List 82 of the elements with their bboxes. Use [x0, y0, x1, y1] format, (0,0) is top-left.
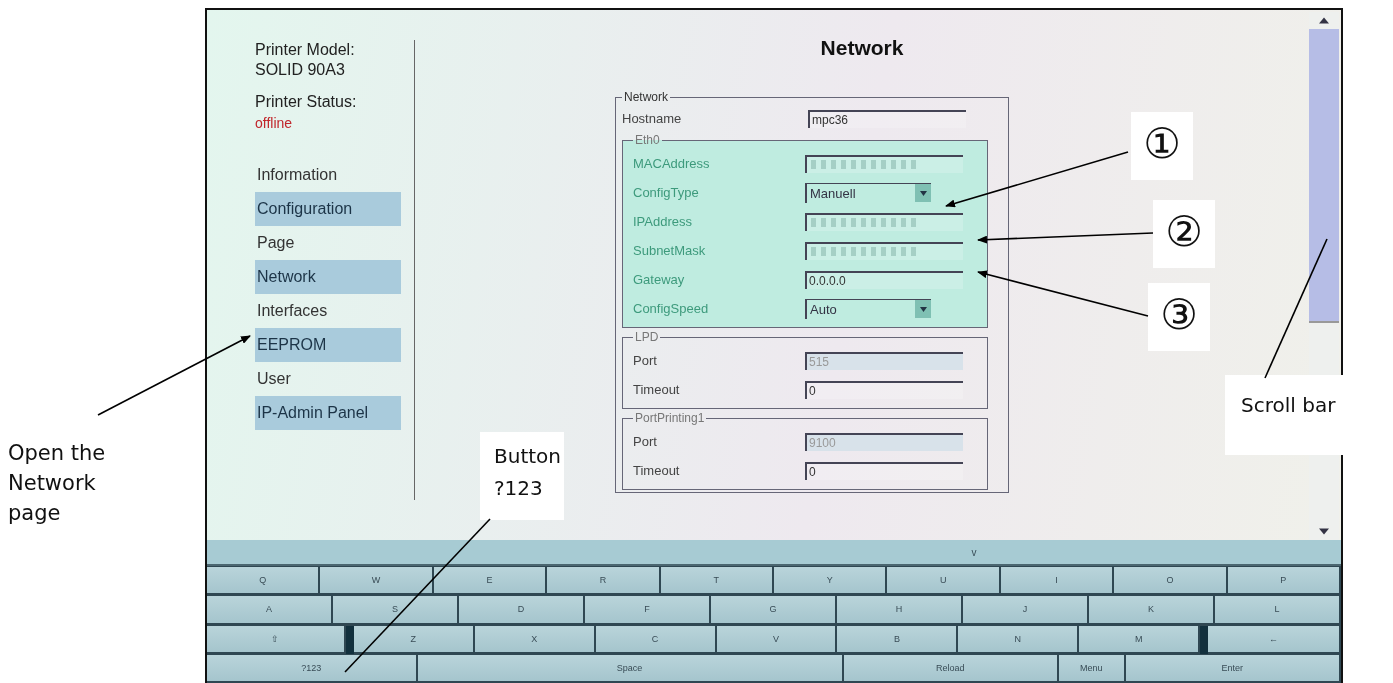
- field-label: SubnetMask: [633, 243, 707, 258]
- reload-key[interactable]: Reload: [843, 654, 1059, 683]
- callout-number: ①: [1131, 112, 1193, 180]
- menu-item[interactable]: Network: [255, 260, 401, 294]
- menu-item[interactable]: EEPROM: [255, 328, 401, 362]
- letter-key[interactable]: A: [207, 596, 333, 625]
- field-label: MACAddress: [633, 156, 711, 171]
- input-field[interactable]: [805, 241, 963, 260]
- scroll-up-icon[interactable]: [1319, 17, 1329, 24]
- fieldset-legend: Network: [622, 90, 670, 104]
- dropdown[interactable]: Auto: [805, 298, 931, 319]
- status-text: offline: [255, 114, 294, 133]
- field-label: ConfigType: [633, 185, 700, 200]
- letter-key[interactable]: H: [837, 596, 963, 625]
- letter-key[interactable]: Y: [774, 567, 888, 596]
- letter-key[interactable]: Z: [353, 625, 475, 654]
- letter-key[interactable]: N: [958, 625, 1080, 654]
- keyboard-toggle-bar[interactable]: v: [207, 540, 1341, 566]
- callout-number: ②: [1153, 200, 1215, 268]
- letter-key[interactable]: P: [1227, 567, 1342, 596]
- menu-item[interactable]: User: [255, 362, 401, 396]
- menu-key[interactable]: Menu: [1059, 654, 1126, 683]
- letter-key[interactable]: I: [1000, 567, 1115, 596]
- model-label: Printer Model:: [255, 40, 356, 60]
- input-field[interactable]: 0.0.0.0: [805, 270, 963, 289]
- letter-key[interactable]: Q: [207, 567, 321, 596]
- scroll-thumb[interactable]: [1309, 29, 1339, 323]
- group-legend: Eth0: [633, 133, 662, 147]
- letter-key[interactable]: J: [963, 596, 1089, 625]
- dropdown[interactable]: Manuell: [805, 182, 931, 203]
- letter-key[interactable]: E: [433, 567, 548, 596]
- letter-key[interactable]: D: [459, 596, 585, 625]
- letter-key[interactable]: S: [333, 596, 459, 625]
- letter-key[interactable]: K: [1089, 596, 1215, 625]
- field-label: IPAddress: [633, 214, 693, 229]
- input-field[interactable]: 0: [805, 461, 963, 480]
- caret-icon: [919, 190, 927, 196]
- letter-key[interactable]: L: [1215, 596, 1341, 625]
- menu-item[interactable]: Configuration: [255, 192, 401, 226]
- letter-key[interactable]: F: [585, 596, 711, 625]
- backspace-key[interactable]: ←: [1208, 625, 1341, 654]
- letter-key[interactable]: T: [660, 567, 775, 596]
- letter-key[interactable]: U: [887, 567, 1001, 596]
- group-legend: PortPrinting1: [633, 411, 707, 425]
- input-field[interactable]: [805, 212, 963, 231]
- field-label: Gateway: [633, 272, 686, 287]
- letter-key[interactable]: X: [474, 625, 596, 654]
- letter-key[interactable]: B: [837, 625, 959, 654]
- key-separator: [1200, 625, 1209, 654]
- menu-item[interactable]: IP-Admin Panel: [255, 396, 401, 430]
- callout-number: ③: [1148, 283, 1210, 351]
- letter-key[interactable]: V: [716, 625, 838, 654]
- key-separator: [345, 625, 354, 654]
- field-label: Timeout: [633, 382, 681, 397]
- enter-key[interactable]: Enter: [1125, 654, 1341, 683]
- menu-item[interactable]: Interfaces: [255, 294, 401, 328]
- letter-key[interactable]: W: [320, 567, 434, 596]
- input-field[interactable]: 0: [805, 380, 963, 399]
- symbols-key[interactable]: ?123: [207, 654, 418, 683]
- letter-key[interactable]: G: [711, 596, 837, 625]
- group-legend: LPD: [633, 330, 661, 344]
- input-field[interactable]: mpc36: [808, 109, 966, 128]
- page-title: Network: [820, 36, 904, 60]
- model-name: SOLID 90A3: [255, 60, 346, 80]
- field-label: Port: [633, 434, 658, 449]
- annotation-text: Button ?123: [480, 432, 564, 520]
- field-label: ConfigSpeed: [633, 301, 710, 316]
- letter-key[interactable]: O: [1114, 567, 1228, 596]
- letter-key[interactable]: C: [595, 625, 717, 654]
- field-label: Hostname: [622, 111, 683, 126]
- shift-key[interactable]: ⇧: [207, 625, 346, 654]
- space-key[interactable]: Space: [417, 654, 844, 683]
- menu-item[interactable]: Page: [255, 226, 401, 260]
- scroll-down-icon[interactable]: [1319, 528, 1329, 535]
- letter-key[interactable]: R: [547, 567, 661, 596]
- status-label: Printer Status:: [255, 92, 358, 112]
- field-label: Port: [633, 353, 658, 368]
- caret-icon: [919, 306, 927, 312]
- menu-item[interactable]: Information: [255, 158, 401, 192]
- field-label: Timeout: [633, 463, 681, 478]
- letter-key[interactable]: M: [1079, 625, 1201, 654]
- input-field[interactable]: [805, 154, 963, 173]
